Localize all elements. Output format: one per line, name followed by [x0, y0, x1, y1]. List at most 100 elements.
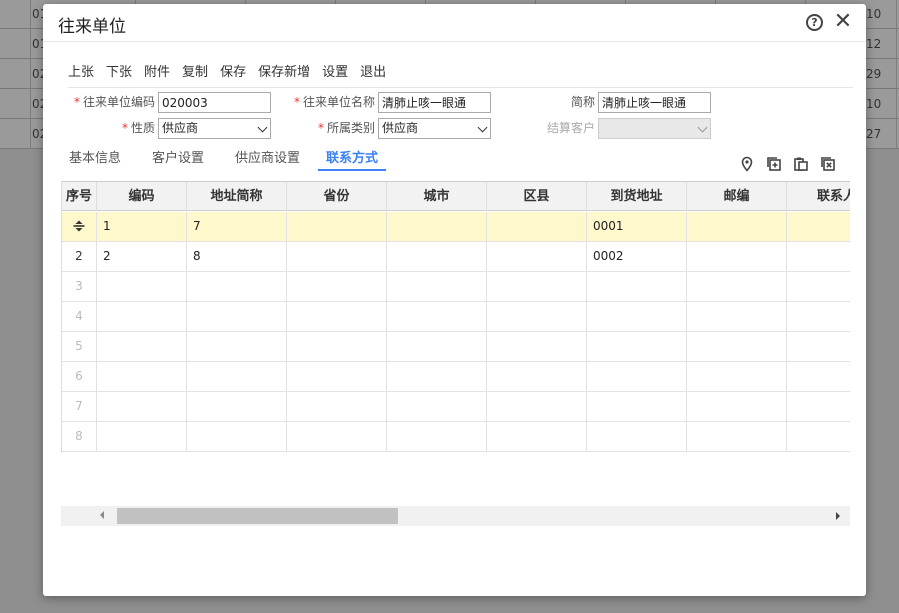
grid-cell[interactable] [387, 362, 487, 391]
grid-header-column-delivery-address[interactable]: 到货地址 [587, 182, 687, 211]
grid-cell[interactable] [787, 212, 850, 241]
copy-row-icon[interactable] [793, 156, 809, 172]
grid-cell[interactable] [487, 272, 587, 301]
grid-cell[interactable] [387, 242, 487, 271]
copy-button[interactable]: 复制 [182, 62, 208, 84]
grid-cell[interactable] [387, 392, 487, 421]
grid-cell[interactable] [687, 272, 787, 301]
grid-cell[interactable] [787, 272, 850, 301]
drag-handle-icon[interactable] [72, 220, 86, 232]
grid-cell[interactable]: 0001 [587, 212, 687, 241]
table-row[interactable]: 5 [62, 332, 850, 362]
scroll-right-icon[interactable] [836, 512, 840, 520]
grid-cell[interactable] [687, 242, 787, 271]
name-input[interactable] [378, 92, 491, 113]
grid-cell[interactable] [97, 392, 187, 421]
grid-cell[interactable] [387, 422, 487, 451]
grid-cell[interactable] [387, 272, 487, 301]
grid-header-column-district[interactable]: 区县 [487, 182, 587, 211]
grid-header-column-province[interactable]: 省份 [287, 182, 387, 211]
exit-button[interactable]: 退出 [360, 62, 386, 84]
settings-button[interactable]: 设置 [322, 62, 348, 84]
grid-cell[interactable] [487, 332, 587, 361]
scroll-left-icon[interactable] [100, 511, 104, 519]
grid-cell[interactable] [187, 332, 287, 361]
grid-cell[interactable] [787, 242, 850, 271]
add-row-icon[interactable] [766, 156, 782, 172]
next-button[interactable]: 下张 [106, 62, 132, 84]
grid-cell[interactable] [487, 362, 587, 391]
grid-header-column-index[interactable]: 序号 [62, 182, 97, 211]
tab-basic-info[interactable]: 基本信息 [61, 147, 129, 171]
grid-cell[interactable] [287, 212, 387, 241]
grid-cell[interactable] [287, 332, 387, 361]
table-row[interactable]: 8 [62, 422, 850, 452]
grid-cell[interactable] [287, 302, 387, 331]
grid-cell[interactable] [587, 332, 687, 361]
grid-header-column-postcode[interactable]: 邮编 [687, 182, 787, 211]
question-circle-icon[interactable]: ? [806, 14, 823, 31]
grid-cell[interactable] [687, 332, 787, 361]
grid-cell[interactable] [387, 212, 487, 241]
grid-cell[interactable] [687, 212, 787, 241]
prev-button[interactable]: 上张 [68, 62, 94, 84]
tab-contact[interactable]: 联系方式 [318, 147, 387, 171]
grid-cell[interactable] [687, 302, 787, 331]
grid-cell[interactable] [487, 392, 587, 421]
location-pin-icon[interactable] [739, 156, 755, 172]
delete-row-icon[interactable] [820, 156, 836, 172]
close-icon[interactable]: ✕ [833, 9, 853, 35]
grid-cell[interactable] [187, 302, 287, 331]
grid-cell[interactable] [487, 242, 587, 271]
grid-cell[interactable] [97, 272, 187, 301]
horizontal-scrollbar[interactable] [61, 506, 850, 526]
table-row[interactable]: 2 2 8 0002 [62, 242, 850, 272]
grid-cell[interactable] [787, 332, 850, 361]
grid-cell[interactable] [187, 362, 287, 391]
grid-cell[interactable] [787, 422, 850, 451]
grid-cell[interactable]: 8 [187, 242, 287, 271]
grid-cell[interactable] [97, 302, 187, 331]
grid-cell[interactable] [787, 392, 850, 421]
grid-cell[interactable] [287, 272, 387, 301]
grid-cell[interactable] [487, 422, 587, 451]
grid-cell[interactable]: 0002 [587, 242, 687, 271]
grid-cell[interactable] [287, 242, 387, 271]
nature-select[interactable]: 供应商 [158, 118, 271, 139]
save-and-new-button[interactable]: 保存新增 [258, 62, 310, 84]
grid-cell[interactable] [187, 422, 287, 451]
grid-header-column-city[interactable]: 城市 [387, 182, 487, 211]
grid-cell[interactable]: 7 [187, 212, 287, 241]
grid-header-column-contact[interactable]: 联系人 [787, 182, 850, 211]
table-row[interactable]: 7 [62, 392, 850, 422]
grid-cell[interactable] [287, 392, 387, 421]
grid-header-column-code[interactable]: 编码 [97, 182, 187, 211]
grid-cell[interactable] [287, 422, 387, 451]
grid-cell[interactable] [187, 272, 287, 301]
grid-cell[interactable] [587, 302, 687, 331]
table-row[interactable]: 6 [62, 362, 850, 392]
save-button[interactable]: 保存 [220, 62, 246, 84]
table-row[interactable]: 3 [62, 272, 850, 302]
table-row[interactable]: 4 [62, 302, 850, 332]
category-select[interactable]: 供应商 [378, 118, 491, 139]
grid-cell[interactable] [587, 272, 687, 301]
tab-supplier-settings[interactable]: 供应商设置 [227, 147, 308, 171]
row-drag-handle[interactable] [62, 212, 97, 241]
grid-cell[interactable] [787, 302, 850, 331]
grid-header-column-address-short[interactable]: 地址简称 [187, 182, 287, 211]
grid-cell[interactable] [687, 392, 787, 421]
grid-cell[interactable] [287, 362, 387, 391]
grid-cell[interactable] [187, 392, 287, 421]
grid-cell[interactable]: 2 [97, 242, 187, 271]
grid-cell[interactable] [487, 212, 587, 241]
short-name-input[interactable] [598, 92, 711, 113]
grid-cell[interactable] [97, 332, 187, 361]
table-row[interactable]: 1 7 0001 [62, 212, 850, 242]
grid-cell[interactable]: 1 [97, 212, 187, 241]
grid-cell[interactable] [387, 332, 487, 361]
code-input[interactable] [158, 92, 271, 113]
grid-cell[interactable] [387, 302, 487, 331]
grid-cell[interactable] [587, 392, 687, 421]
grid-cell[interactable] [787, 362, 850, 391]
